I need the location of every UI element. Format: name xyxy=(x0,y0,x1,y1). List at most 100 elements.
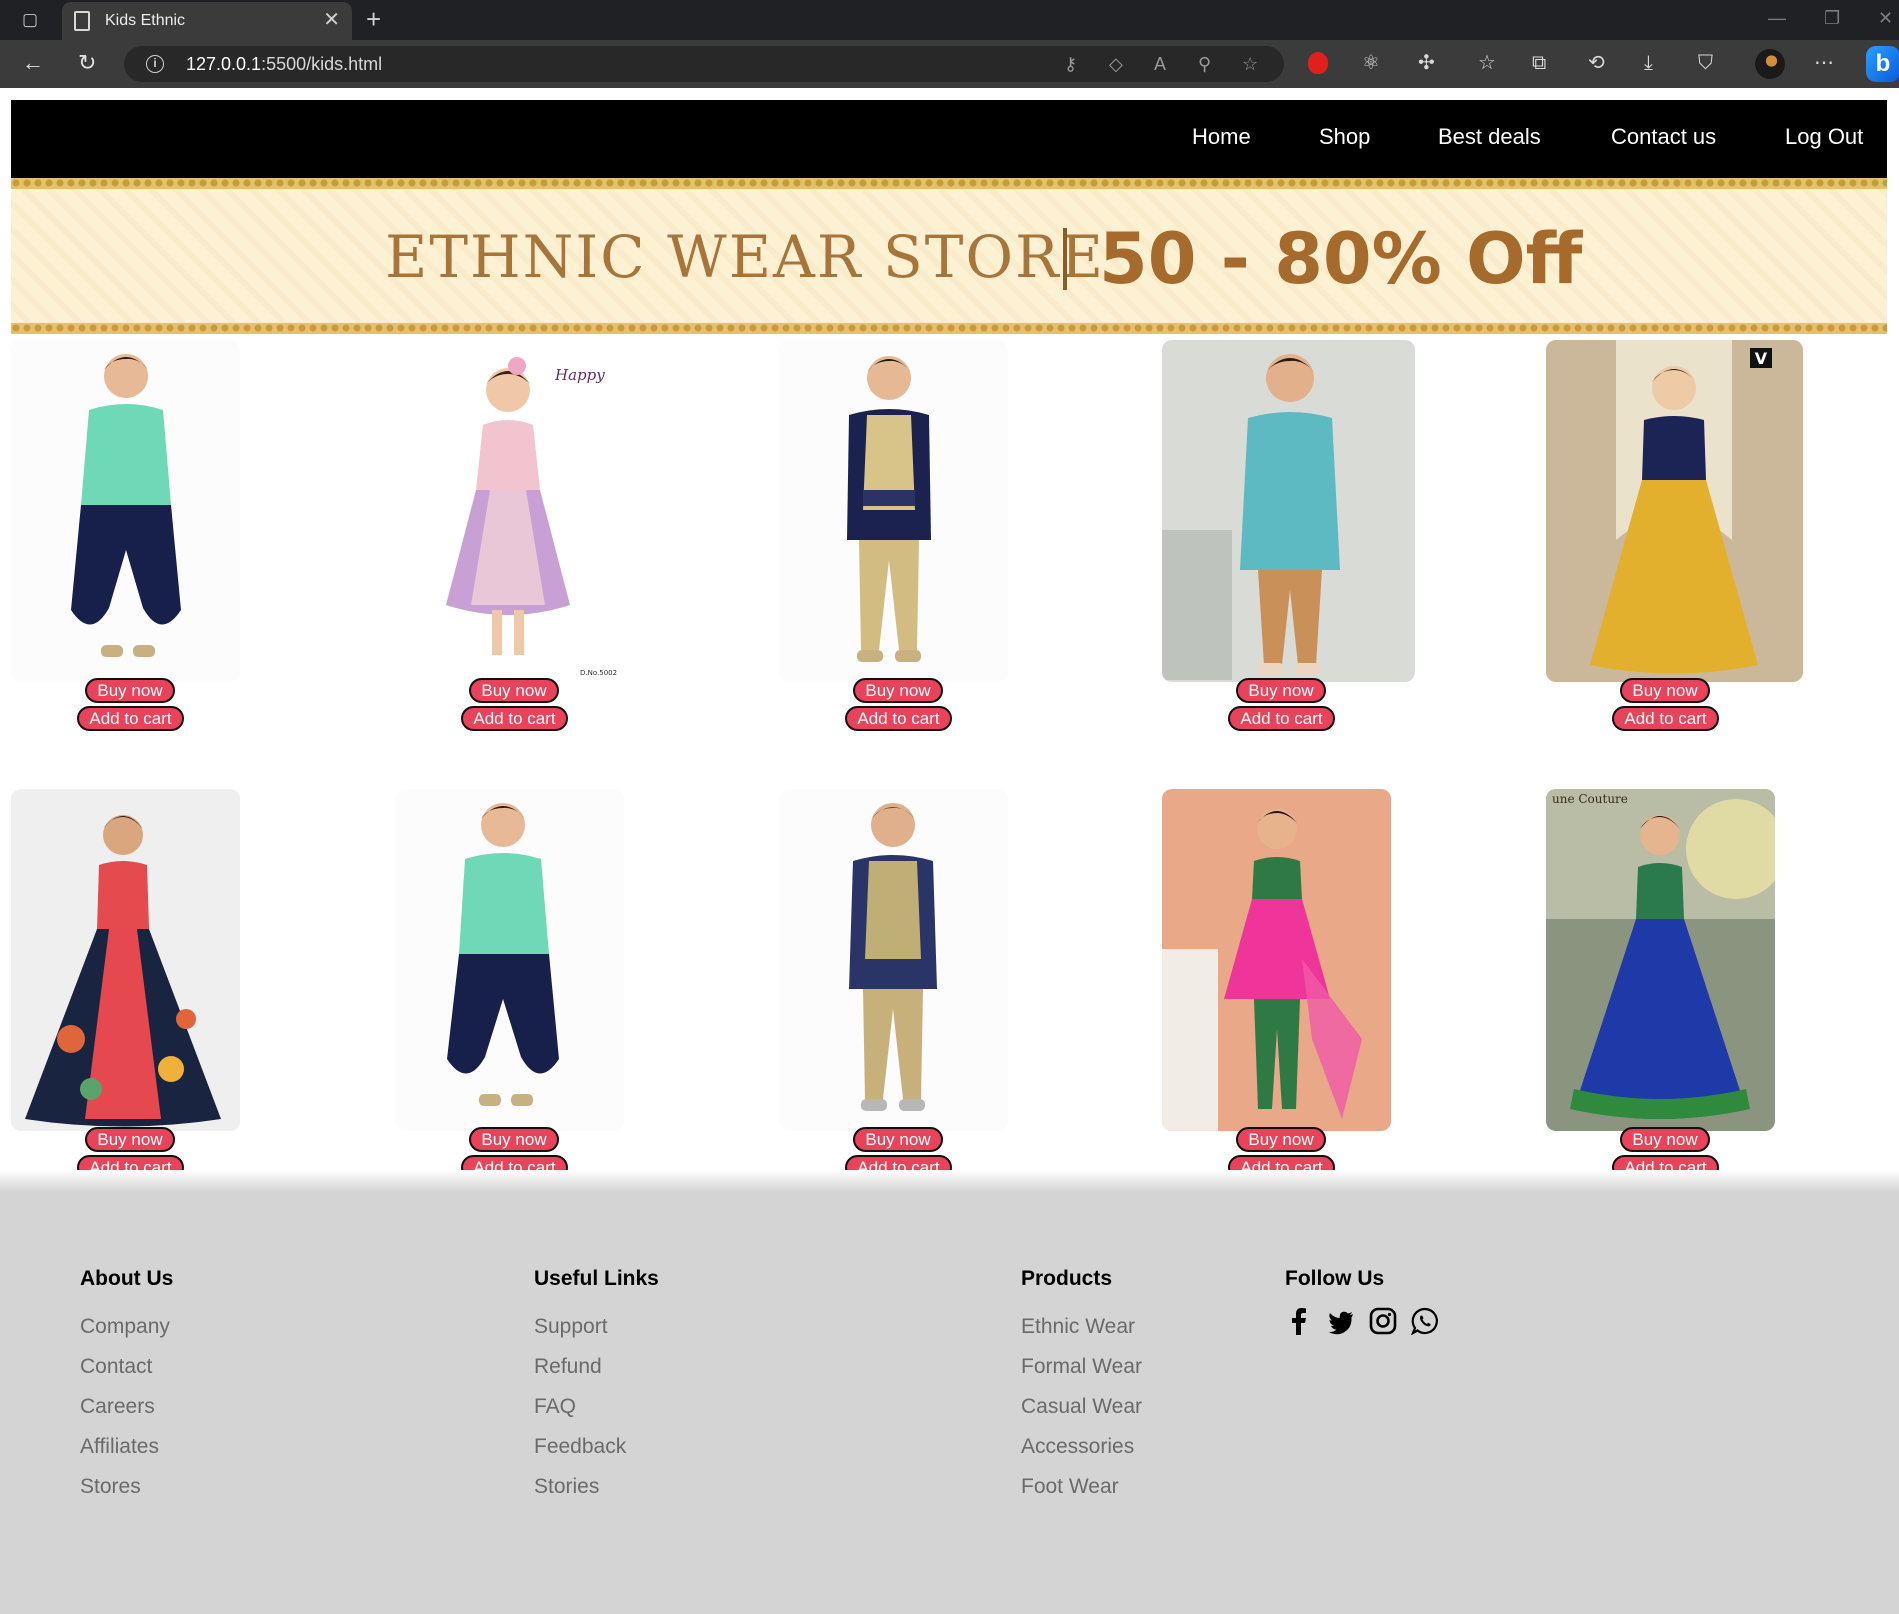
brand-mark: une Couture xyxy=(1552,792,1628,806)
brand-mark: Happy xyxy=(554,366,605,384)
refresh-icon[interactable]: ↻ xyxy=(78,50,96,76)
add-to-cart-button[interactable]: Add to cart xyxy=(461,706,568,731)
nav-log-out[interactable]: Log Out xyxy=(1785,124,1863,150)
buy-now-button[interactable]: Buy now xyxy=(1236,678,1326,703)
read-aloud-icon[interactable]: A xyxy=(1154,54,1166,75)
add-to-cart-button[interactable]: Add to cart xyxy=(845,706,952,731)
footer-heading: Follow Us xyxy=(1285,1267,1385,1290)
footer-link-foot-wear[interactable]: Foot Wear xyxy=(1021,1467,1142,1507)
add-to-cart-button[interactable]: Add to cart xyxy=(1612,706,1719,731)
collections-icon[interactable]: ⧉ xyxy=(1532,51,1546,75)
footer-about: About Us Company Contact Careers Affilia… xyxy=(80,1267,173,1507)
buy-now-button[interactable]: Buy now xyxy=(853,1127,943,1152)
social-icons xyxy=(1285,1307,1439,1336)
footer-link-stores[interactable]: Stores xyxy=(80,1467,173,1507)
banner-divider xyxy=(1063,228,1067,290)
tab-actions-icon[interactable]: ▢ xyxy=(20,10,40,30)
nav-home[interactable]: Home xyxy=(1192,124,1251,150)
new-tab-icon[interactable]: + xyxy=(366,5,381,33)
product-image[interactable] xyxy=(1162,340,1415,682)
footer-heading: Products xyxy=(1021,1267,1113,1290)
browser-tab-bar: ▢ Kids Ethnic ✕ + — ❐ ✕ xyxy=(0,0,1899,40)
nav-contact-us[interactable]: Contact us xyxy=(1611,124,1716,150)
product-image[interactable]: V xyxy=(1546,340,1803,682)
footer-link-contact[interactable]: Contact xyxy=(80,1347,173,1387)
whatsapp-icon[interactable] xyxy=(1410,1307,1439,1336)
twitter-icon[interactable] xyxy=(1327,1307,1355,1335)
product-image[interactable]: Happy D.No.5002 xyxy=(395,340,624,682)
buy-now-button[interactable]: Buy now xyxy=(469,1127,559,1152)
product-image[interactable]: une Couture xyxy=(1546,789,1775,1131)
product-image[interactable] xyxy=(779,340,1008,682)
footer-link-faq[interactable]: FAQ xyxy=(534,1387,659,1427)
footer-link-accessories[interactable]: Accessories xyxy=(1021,1427,1142,1467)
footer-link-stories[interactable]: Stories xyxy=(534,1467,659,1507)
close-tab-icon[interactable]: ✕ xyxy=(323,10,340,30)
buy-now-button[interactable]: Buy now xyxy=(1236,1127,1326,1152)
site-footer: About Us Company Contact Careers Affilia… xyxy=(0,1170,1899,1614)
address-bar[interactable]: i 127.0.0.1:5500/kids.html ⚷ ◇ A ⚲ ☆ xyxy=(124,46,1284,82)
product-image[interactable] xyxy=(11,789,240,1131)
page-icon xyxy=(74,11,90,31)
restore-icon[interactable]: ❐ xyxy=(1824,8,1840,29)
nav-best-deals[interactable]: Best deals xyxy=(1438,124,1541,150)
footer-link-company[interactable]: Company xyxy=(80,1307,173,1347)
product-image[interactable] xyxy=(779,789,1008,1131)
sale-banner: ETHNIC WEAR STORE 50 - 80% Off xyxy=(11,178,1887,334)
key-icon[interactable]: ⚷ xyxy=(1064,54,1077,75)
history-icon[interactable]: ⟲ xyxy=(1588,51,1605,75)
banner-title: ETHNIC WEAR STORE xyxy=(385,223,1106,291)
back-icon[interactable]: ← xyxy=(22,50,44,76)
brand-mark: V xyxy=(1755,349,1768,368)
profile-avatar[interactable] xyxy=(1755,49,1785,79)
add-favorite-icon[interactable]: ☆ xyxy=(1242,54,1258,75)
footer-link-casual-wear[interactable]: Casual Wear xyxy=(1021,1387,1142,1427)
footer-products: Products Ethnic Wear Formal Wear Casual … xyxy=(1021,1267,1142,1507)
close-window-icon[interactable]: ✕ xyxy=(1878,8,1893,29)
banner-border xyxy=(11,178,1887,189)
buy-now-button[interactable]: Buy now xyxy=(1620,1127,1710,1152)
product-image[interactable] xyxy=(395,789,624,1131)
tag-icon[interactable]: ◇ xyxy=(1109,54,1123,75)
bing-copilot-icon[interactable]: b xyxy=(1866,46,1899,82)
tab-title: Kids Ethnic xyxy=(105,12,186,29)
footer-useful-links: Useful Links Support Refund FAQ Feedback… xyxy=(534,1267,659,1507)
site-navbar: Home Shop Best deals Contact us Log Out xyxy=(11,100,1887,178)
buy-now-button[interactable]: Buy now xyxy=(853,678,943,703)
add-to-cart-button[interactable]: Add to cart xyxy=(1228,706,1335,731)
footer-link-refund[interactable]: Refund xyxy=(534,1347,659,1387)
add-to-cart-button[interactable]: Add to cart xyxy=(77,706,184,731)
browser-tab[interactable]: Kids Ethnic ✕ xyxy=(62,2,352,40)
footer-link-careers[interactable]: Careers xyxy=(80,1387,173,1427)
facebook-icon[interactable] xyxy=(1285,1307,1313,1335)
banner-border xyxy=(11,323,1887,334)
favorites-icon[interactable]: ☆ xyxy=(1478,51,1496,75)
downloads-icon[interactable]: ⤓ xyxy=(1644,51,1653,75)
footer-link-support[interactable]: Support xyxy=(534,1307,659,1347)
zoom-icon[interactable]: ⚲ xyxy=(1198,54,1211,75)
more-menu-icon[interactable]: ⋯ xyxy=(1814,51,1834,75)
product-image[interactable] xyxy=(1162,789,1391,1131)
browser-essentials-icon[interactable]: ⛉ xyxy=(1698,51,1713,75)
footer-link-affiliates[interactable]: Affiliates xyxy=(80,1427,173,1467)
footer-heading: About Us xyxy=(80,1267,174,1290)
footer-link-ethnic-wear[interactable]: Ethnic Wear xyxy=(1021,1307,1142,1347)
instagram-icon[interactable] xyxy=(1369,1307,1397,1335)
page-viewport: Home Shop Best deals Contact us Log Out … xyxy=(0,88,1899,1614)
browser-toolbar: ← ↻ i 127.0.0.1:5500/kids.html ⚷ ◇ A ⚲ ☆… xyxy=(0,40,1899,88)
nav-shop[interactable]: Shop xyxy=(1319,124,1370,150)
site-info-icon[interactable]: i xyxy=(146,55,164,73)
footer-link-formal-wear[interactable]: Formal Wear xyxy=(1021,1347,1142,1387)
buy-now-button[interactable]: Buy now xyxy=(85,678,175,703)
buy-now-button[interactable]: Buy now xyxy=(85,1127,175,1152)
product-image[interactable] xyxy=(11,340,240,682)
buy-now-button[interactable]: Buy now xyxy=(469,678,559,703)
minimize-icon[interactable]: — xyxy=(1768,8,1786,29)
banner-offer: 50 - 80% Off xyxy=(1099,218,1583,300)
extension-red-icon[interactable] xyxy=(1308,52,1328,74)
url-text[interactable]: 127.0.0.1:5500/kids.html xyxy=(186,54,382,75)
extensions-icon[interactable]: ✣ xyxy=(1418,51,1435,75)
footer-link-feedback[interactable]: Feedback xyxy=(534,1427,659,1467)
extension-atom-icon[interactable]: ⚛ xyxy=(1362,51,1380,75)
buy-now-button[interactable]: Buy now xyxy=(1620,678,1710,703)
